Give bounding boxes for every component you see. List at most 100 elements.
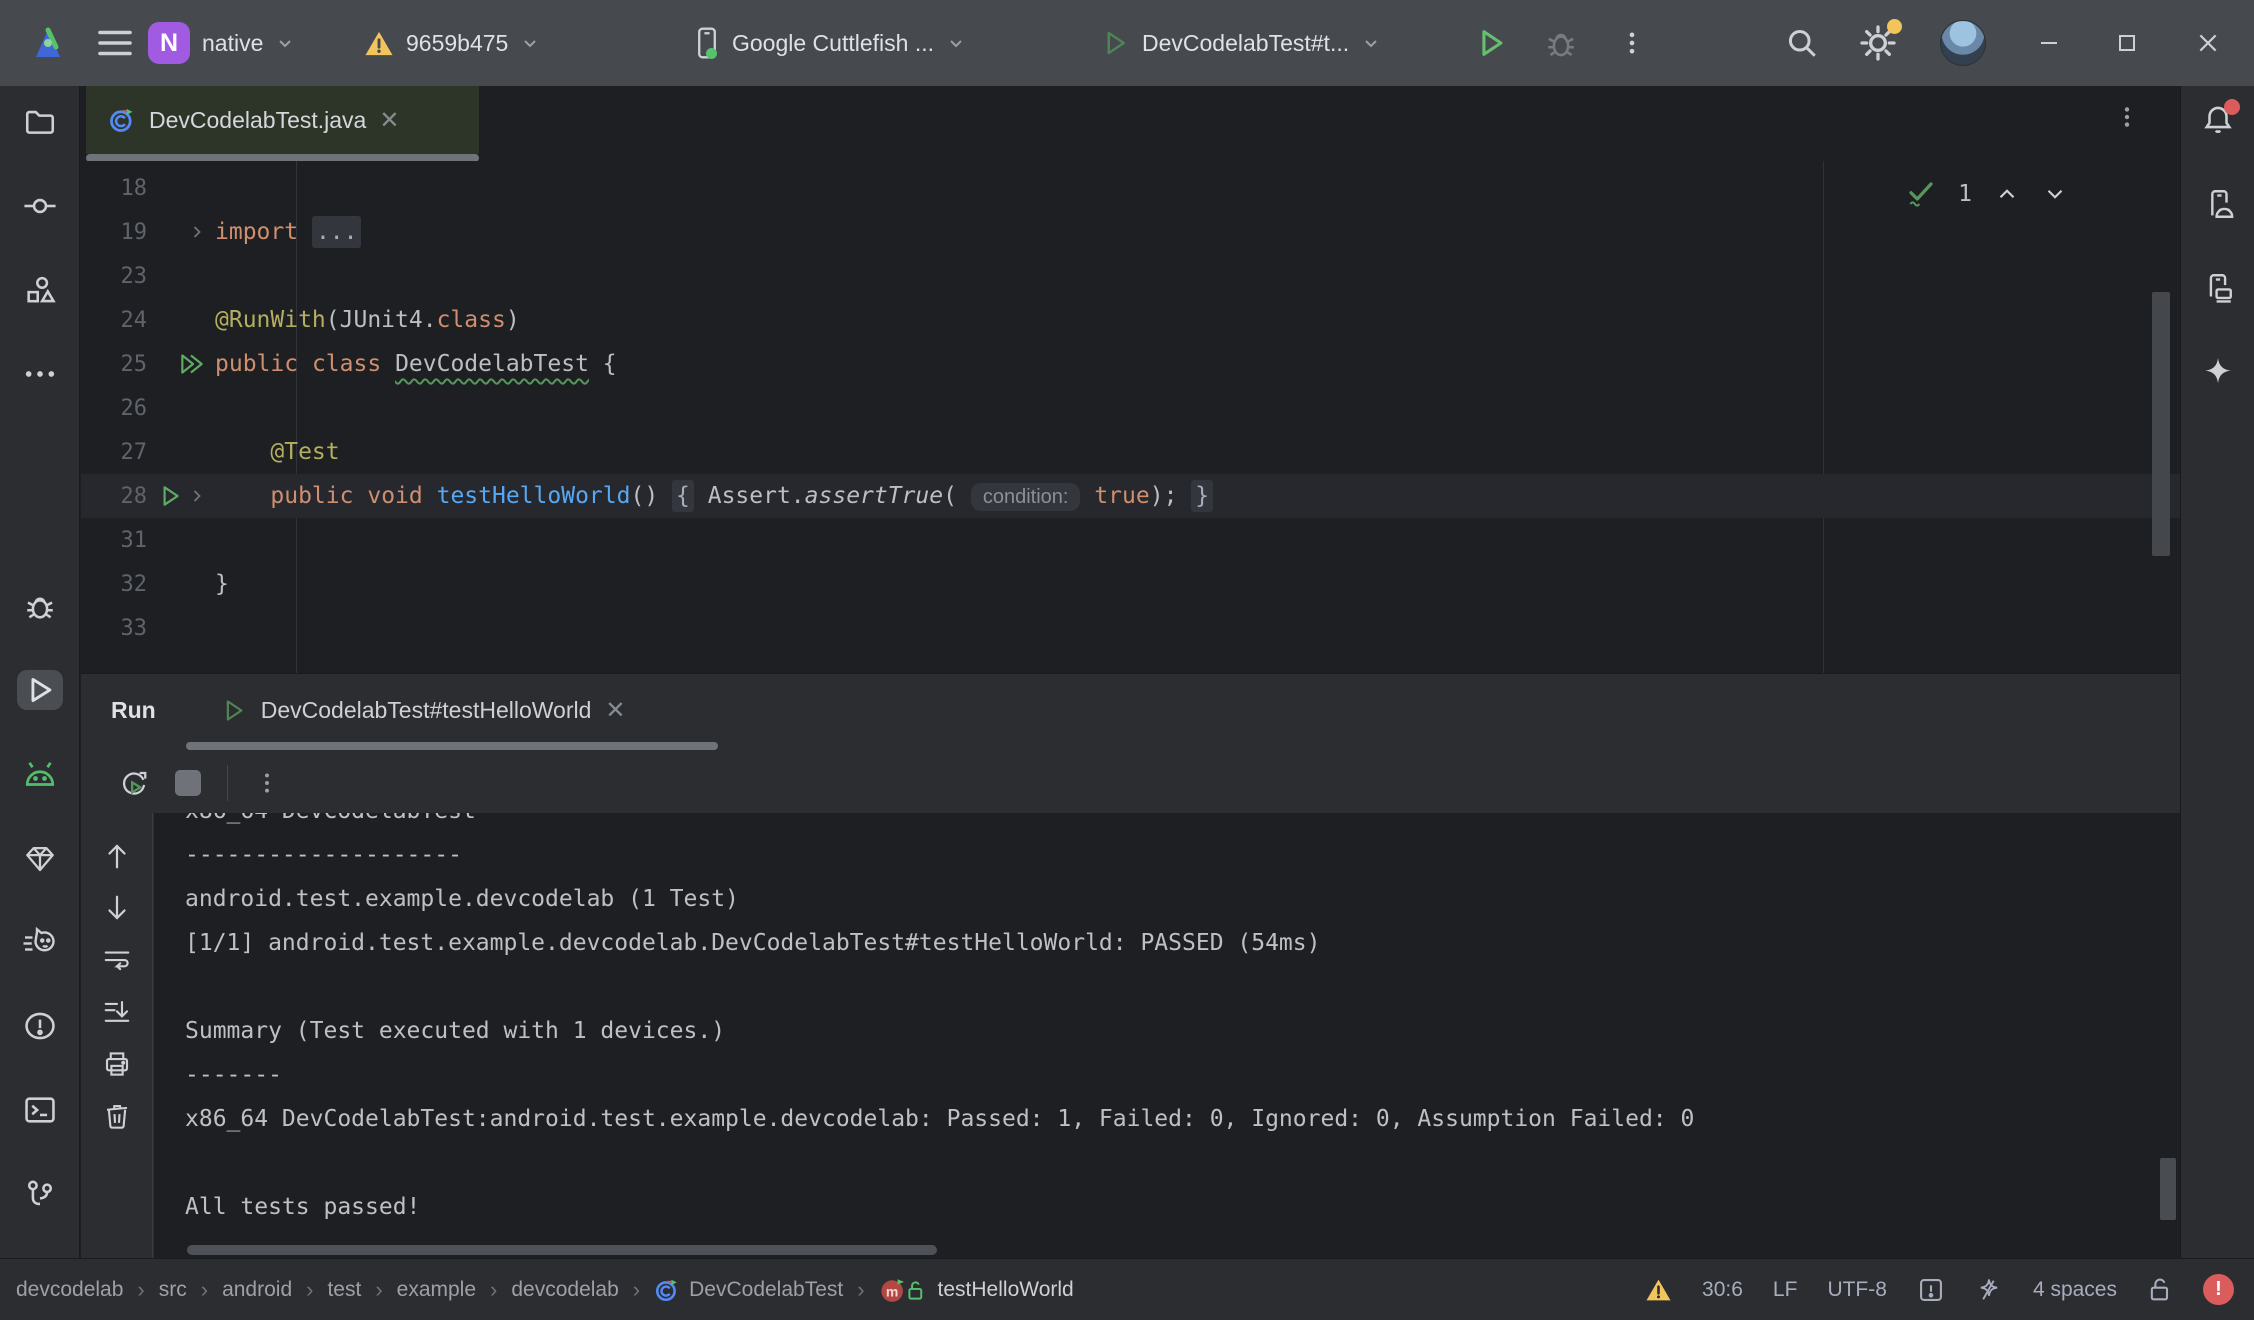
settings-button[interactable] — [1858, 0, 1898, 86]
user-avatar[interactable] — [1940, 0, 1986, 86]
logcat-tool-button[interactable] — [17, 754, 63, 794]
gutter-icons[interactable] — [147, 222, 215, 242]
console-vertical-scrollbar[interactable] — [2160, 1158, 2176, 1220]
console-horizontal-scrollbar[interactable] — [187, 1245, 937, 1255]
fold-arrow-icon[interactable] — [187, 222, 207, 242]
console-line: -------------------- — [185, 833, 2180, 877]
notifications-button[interactable] — [2195, 100, 2241, 140]
more-tool-windows-button[interactable] — [17, 354, 63, 394]
breadcrumb-separator: › — [306, 1277, 313, 1303]
debug-button[interactable] — [1544, 0, 1578, 86]
console-more-button[interactable] — [254, 770, 280, 796]
breadcrumb-item-testHelloWorld[interactable]: mtestHelloWorld — [879, 1276, 1074, 1304]
breadcrumb-item-example[interactable]: example — [397, 1278, 476, 1302]
stop-button[interactable] — [175, 770, 201, 796]
next-problem-icon[interactable] — [2042, 181, 2068, 207]
code-line-23[interactable]: 23 — [81, 254, 2180, 298]
gutter-icons[interactable] — [147, 351, 215, 377]
inspections-widget[interactable]: 1 — [1906, 179, 2068, 209]
run-tab-close-icon[interactable]: ✕ — [605, 696, 625, 725]
run-outline-icon — [1100, 28, 1130, 58]
code-line-33[interactable]: 33 — [81, 606, 2180, 650]
run-test-icon[interactable] — [157, 483, 183, 509]
tab-close-icon[interactable]: ✕ — [379, 106, 399, 135]
gutter-icons[interactable] — [147, 483, 215, 509]
breadcrumb-item-src[interactable]: src — [159, 1278, 187, 1302]
window-close-button[interactable] — [2196, 0, 2220, 86]
line-ending[interactable]: LF — [1773, 1278, 1798, 1302]
breadcrumb-item-test[interactable]: test — [327, 1278, 361, 1302]
code-line-28[interactable]: 28 public void testHelloWorld() { Assert… — [81, 474, 2180, 518]
file-encoding[interactable]: UTF-8 — [1827, 1278, 1887, 1302]
warning-triangle-icon[interactable] — [1645, 1278, 1672, 1302]
caret-position[interactable]: 30:6 — [1702, 1278, 1743, 1302]
running-devices-button[interactable] — [2195, 184, 2241, 224]
code-line-25[interactable]: 25public class DevCodelabTest { — [81, 342, 2180, 386]
problems-panel-icon[interactable] — [1917, 1276, 1945, 1304]
breadcrumb-item-devcodelab[interactable]: devcodelab — [16, 1278, 123, 1302]
device-selector[interactable]: Google Cuttlefish ... — [694, 0, 966, 86]
method-icon: m — [879, 1276, 929, 1304]
structure-tool-button[interactable] — [17, 270, 63, 310]
console-line: ------- — [185, 1053, 2180, 1097]
search-icon — [1784, 25, 1820, 61]
run-outline-icon — [220, 697, 247, 724]
code-line-18[interactable]: 18 — [81, 166, 2180, 210]
device-manager-button[interactable] — [2195, 268, 2241, 308]
tab-options-button[interactable] — [2114, 104, 2140, 130]
vcs-widget[interactable]: 9659b475 — [364, 0, 540, 86]
code-text: public class DevCodelabTest { — [215, 351, 617, 377]
window-minimize-button[interactable] — [2038, 0, 2060, 86]
scroll-up-button[interactable] — [102, 841, 132, 871]
fold-arrow-icon[interactable] — [187, 486, 207, 506]
code-line-31[interactable]: 31 — [81, 518, 2180, 562]
error-notification-badge[interactable]: ! — [2203, 1274, 2234, 1305]
hamburger-menu-icon[interactable] — [96, 0, 134, 86]
code-line-24[interactable]: 24@RunWith(JUnit4.class) — [81, 298, 2180, 342]
search-everywhere-button[interactable] — [1784, 0, 1820, 86]
code-line-32[interactable]: 32} — [81, 562, 2180, 606]
line-number: 23 — [81, 264, 147, 289]
terminal-tool-button[interactable] — [17, 1090, 63, 1130]
run-tab[interactable]: DevCodelabTest#testHelloWorld ✕ — [220, 696, 626, 725]
project-name: native — [202, 30, 263, 57]
indent-setting[interactable]: 4 spaces — [2033, 1278, 2117, 1302]
project-selector[interactable]: N native — [148, 0, 295, 86]
soft-wrap-button[interactable] — [102, 945, 132, 975]
commit-tool-button[interactable] — [17, 186, 63, 226]
more-actions-button[interactable] — [1618, 0, 1646, 86]
breadcrumb-item-android[interactable]: android — [222, 1278, 292, 1302]
editor-tab-devcodelabtest[interactable]: DevCodelabTest.java ✕ — [86, 86, 479, 154]
status-bar: devcodelab›src›android›test›example›devc… — [0, 1258, 2254, 1320]
window-maximize-button[interactable] — [2116, 0, 2138, 86]
unlock-icon[interactable] — [2147, 1276, 2173, 1304]
code-line-27[interactable]: 27 @Test — [81, 430, 2180, 474]
app-quality-insights-button[interactable] — [17, 838, 63, 878]
gemini-sparkle-icon[interactable] — [1975, 1276, 2003, 1304]
profiler-tool-button[interactable] — [17, 922, 63, 962]
rerun-button[interactable] — [119, 768, 149, 798]
code-editor[interactable]: 1819import ... 23 24@RunWith(JUnit4.class)… — [81, 161, 2180, 673]
run-button[interactable] — [1474, 0, 1508, 86]
scroll-to-end-button[interactable] — [102, 997, 132, 1027]
project-tool-button[interactable] — [17, 102, 63, 142]
code-line-19[interactable]: 19import ... — [81, 210, 2180, 254]
clear-console-button[interactable] — [102, 1101, 132, 1131]
problems-tool-button[interactable] — [17, 1006, 63, 1046]
run-config-selector[interactable]: DevCodelabTest#t... — [1100, 0, 1381, 86]
breadcrumb-separator: › — [633, 1277, 640, 1303]
run-tool-button-active[interactable] — [17, 670, 63, 710]
device-phone-icon — [694, 26, 720, 60]
prev-problem-icon[interactable] — [1994, 181, 2020, 207]
run-class-icon[interactable] — [177, 351, 207, 377]
code-line-26[interactable]: 26 — [81, 386, 2180, 430]
scroll-down-button[interactable] — [102, 893, 132, 923]
editor-vertical-scrollbar[interactable] — [2152, 292, 2170, 556]
breadcrumb-item-DevCodelabTest[interactable]: DevCodelabTest — [654, 1277, 843, 1303]
print-button[interactable] — [102, 1049, 132, 1079]
breadcrumb-item-devcodelab[interactable]: devcodelab — [511, 1278, 618, 1302]
gemini-button[interactable] — [2195, 352, 2241, 392]
console-output[interactable]: x86_64 DevCodelabTest-------------------… — [154, 813, 2180, 1259]
debug-tool-button[interactable] — [17, 586, 63, 626]
vcs-tool-button[interactable] — [17, 1174, 63, 1214]
